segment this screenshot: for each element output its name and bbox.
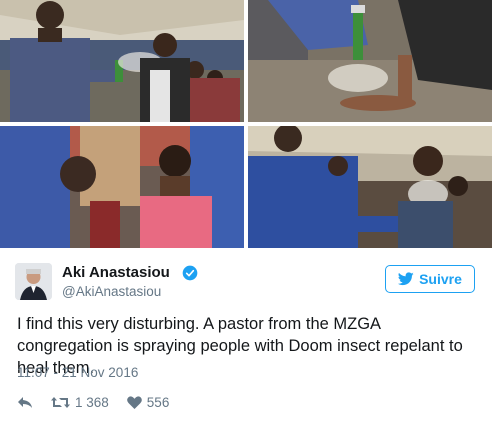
tweet-actions: 1 368 556 <box>17 394 187 410</box>
photo-woman-pink-top[interactable] <box>0 126 244 248</box>
reply-button[interactable] <box>17 396 33 409</box>
like-count: 556 <box>146 394 170 410</box>
photo-collage <box>0 0 492 248</box>
display-name[interactable]: Aki Anastasiou <box>62 264 170 281</box>
tweet-timestamp[interactable]: 11:07 - 21 Nov 2016 <box>17 365 138 380</box>
twitter-bird-icon <box>398 272 414 286</box>
photo-pastor-spraying-face[interactable] <box>248 126 492 248</box>
avatar[interactable] <box>15 263 52 300</box>
user-handle[interactable]: @AkiAnastasiou <box>62 284 161 299</box>
photo-spray-on-feet[interactable] <box>248 0 492 122</box>
retweet-icon <box>51 396 70 408</box>
follow-label: Suivre <box>419 271 462 287</box>
retweet-button[interactable]: 1 368 <box>51 395 109 410</box>
reply-arrow-icon <box>18 396 32 408</box>
tweet-card: Aki Anastasiou @AkiAnastasiou Suivre I f… <box>0 0 492 423</box>
photo-pastor-spraying-woman[interactable] <box>0 0 244 122</box>
follow-button[interactable]: Suivre <box>385 265 475 293</box>
heart-icon <box>126 395 142 409</box>
like-button[interactable]: 556 <box>126 394 170 410</box>
verified-badge-icon <box>182 265 198 281</box>
retweet-count: 1 368 <box>75 394 109 410</box>
